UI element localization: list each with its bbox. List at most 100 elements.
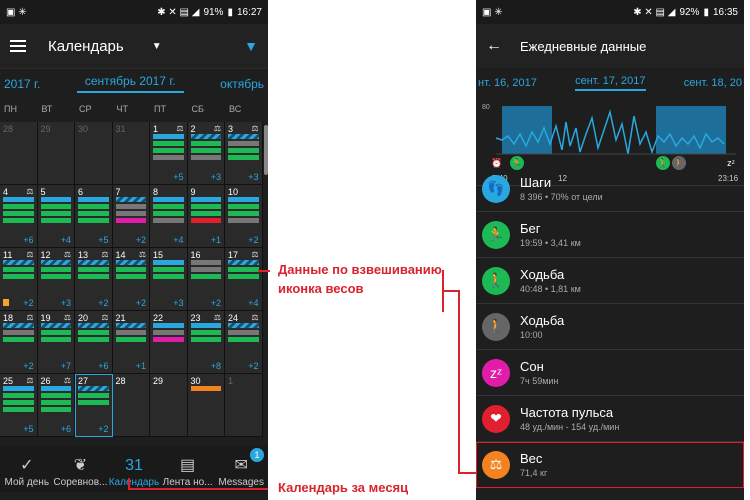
item-title: Шаги [520,175,552,190]
annotation-pointer [258,270,270,272]
calendar-day[interactable]: 1 [225,374,263,437]
calendar-day[interactable]: 23 ⚖ +8 [187,311,225,374]
activity-bar-green [40,393,71,398]
calendar-day[interactable]: 5 +4 [37,185,75,248]
activity-bar-stripe [115,197,146,202]
activity-bars [153,197,184,225]
calendar-day[interactable]: 10 +2 [225,185,263,248]
calendar-day[interactable]: 30 [187,374,225,437]
nav-item[interactable]: ✓ Мой день [0,446,54,492]
calendar-day[interactable]: 16 +2 [187,248,225,311]
calendar-day[interactable]: 15 +3 [150,248,188,311]
next-month[interactable]: октябрь [220,77,264,91]
day-number: 25 [3,376,14,386]
calendar-day[interactable]: 7 +2 [112,185,150,248]
page-title[interactable]: Календарь [48,38,124,55]
more-count: +2 [135,298,146,308]
calendar-day[interactable]: 24 ⚖ +2 [225,311,263,374]
more-count: +8 [210,361,221,371]
calendar-day[interactable]: 29 [37,122,75,185]
calendar-day[interactable]: 8 +4 [150,185,188,248]
calendar-day[interactable]: 2 ⚖ +3 [187,122,225,185]
calendar-day[interactable]: 11 ⚖ +2 [0,248,38,311]
activity-bar-green [3,337,34,342]
calendar-day[interactable]: 12 ⚖ +3 [37,248,75,311]
back-arrow-icon[interactable]: ← [486,37,502,55]
scale-icon: ⚖ [26,187,34,196]
daily-item[interactable]: zᶻ Сон 7ч 59мин [476,350,744,396]
activity-bar-gray [153,155,184,160]
activity-bar-gray [228,330,259,335]
more-count: +2 [98,298,109,308]
day-number: 9 [190,187,196,197]
daily-item[interactable]: 🚶 Ходьба 10:00 [476,304,744,350]
calendar-day[interactable]: 22 [150,311,188,374]
daily-item[interactable]: 👣 Шаги 8 396 • 70% от цели [476,166,744,212]
current-month[interactable]: сентябрь 2017 г. [76,74,184,93]
calendar-day[interactable]: 30 [75,122,113,185]
calendar-day[interactable]: 25 ⚖ +5 [0,374,38,437]
calendar-day[interactable]: 14 ⚖ +2 [112,248,150,311]
calendar-day[interactable]: 6 +5 [75,185,113,248]
annotation-weight-line1: Данные по взвешиванию [278,262,442,277]
daily-item[interactable]: 🚶 Ходьба 40:48 • 1,81 км [476,258,744,304]
activity-bar-stripe [228,134,259,139]
next-date[interactable]: сент. 18, 20 [684,77,742,89]
calendar-day[interactable]: 28 [112,374,150,437]
activity-bar-gray [115,330,146,335]
calendar-day[interactable]: 26 ⚖ +6 [37,374,75,437]
activity-bar-stripe [228,260,259,265]
weekday-label: ВТ [41,104,53,114]
calendar-day[interactable]: 27 +2 [75,374,113,437]
nav-item[interactable]: 31 Календарь [107,446,161,492]
calendar-day[interactable]: 3 ⚖ +3 [225,122,263,185]
filter-icon[interactable]: ▼ [244,38,258,54]
calendar-grid: 28 29 30 31 1 ⚖ +5 2 ⚖ +3 3 ⚖ +3 4 ⚖ +6 5 +4 6 +5 7 +2 8 +4 9 +1 1… [0,122,264,437]
calendar-day[interactable]: 4 ⚖ +6 [0,185,38,248]
nav-item[interactable]: ❦ Соревнов... [54,446,108,492]
day-number: 17 [228,250,239,260]
calendar-day[interactable]: 21 +1 [112,311,150,374]
calendar-day[interactable]: 19 ⚖ +7 [37,311,75,374]
calendar-day[interactable]: 9 +1 [187,185,225,248]
activity-bar-green [40,337,71,342]
calendar-day[interactable]: 17 ⚖ +4 [225,248,263,311]
calendar-day[interactable]: 31 [112,122,150,185]
menu-icon[interactable] [10,37,26,55]
activity-bars [40,197,71,225]
item-icon: 🚶 [482,266,510,295]
calendar-day[interactable]: 29 [150,374,188,437]
nav-item[interactable]: ▤ Лента но... [161,446,215,492]
activity-bar-green [190,274,221,279]
day-number: 12 [40,250,51,260]
battery-percent: 91% [203,6,224,18]
chevron-down-icon[interactable]: ▼ [152,41,162,52]
activity-bar-gray [228,141,259,146]
calendar-day[interactable]: 1 ⚖ +5 [150,122,188,185]
calendar-day[interactable]: 13 ⚖ +2 [75,248,113,311]
activity-bar-blue [78,197,109,202]
daily-item[interactable]: ⚖ Вес 71,4 кг [476,442,744,488]
prev-month[interactable]: 2017 г. [4,77,40,91]
calendar-day[interactable]: 18 ⚖ +2 [0,311,38,374]
item-subtitle: 40:48 • 1,81 км [520,284,581,294]
scale-icon: ⚖ [26,376,34,385]
daily-item[interactable]: 🏃 Бег 19:59 • 3,41 км [476,212,744,258]
calendar-day[interactable]: 20 ⚖ +6 [75,311,113,374]
sleep-band [656,106,726,154]
day-number: 22 [153,313,164,323]
prev-date[interactable]: нт. 16, 2017 [478,77,537,89]
day-number: 14 [115,250,126,260]
calendar-day[interactable]: 28 [0,122,38,185]
activity-bar-blue [228,197,259,202]
activity-bars [115,260,146,281]
day-number: 28 [115,376,126,386]
activity-bar-green [228,204,259,209]
more-count: +4 [248,298,259,308]
nav-item[interactable]: ✉ Messages 1 [214,446,268,492]
day-number: 30 [78,124,89,134]
scrollbar[interactable] [264,125,268,175]
daily-item[interactable]: ❤ Частота пульса 48 уд./мин - 154 уд./мин [476,396,744,442]
current-date[interactable]: сент. 17, 2017 [575,75,646,91]
activity-bar-green [3,400,34,405]
